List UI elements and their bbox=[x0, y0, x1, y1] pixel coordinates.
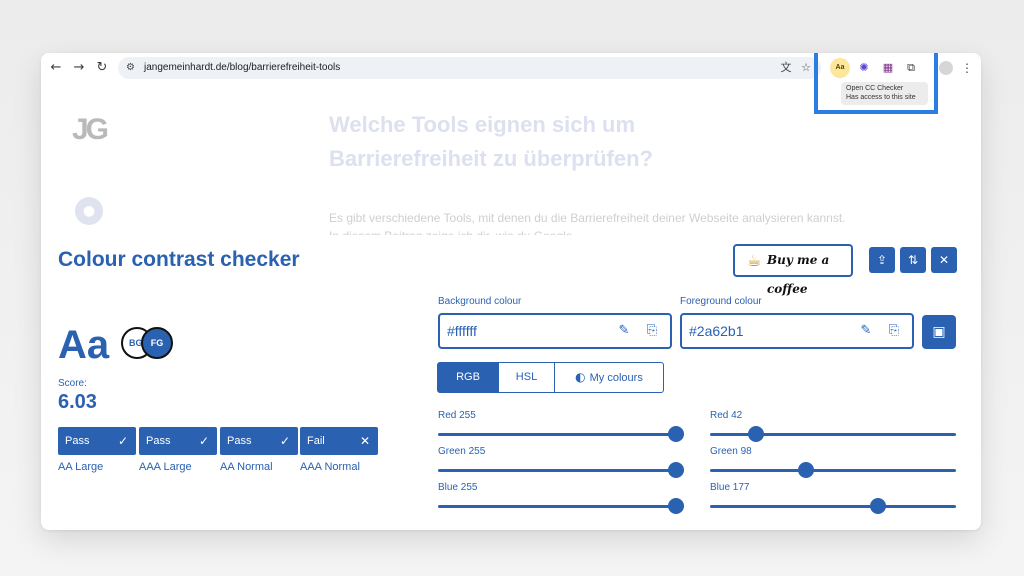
foreground-colour-value: #2a62b1 bbox=[689, 323, 744, 339]
slider-track bbox=[438, 433, 684, 436]
browser-toolbar: ← → ↻ ⚙ jangemeinhardt.de/blog/barrieref… bbox=[41, 53, 981, 114]
contrast-preview-text: Aa bbox=[58, 323, 110, 367]
slider-thumb[interactable] bbox=[747, 426, 764, 442]
tab-my-colours-label: My colours bbox=[589, 372, 643, 384]
slider-track bbox=[438, 469, 684, 472]
slider-track bbox=[710, 469, 956, 472]
bg-red-label: Red 255 bbox=[438, 410, 476, 421]
result-label: AA Normal bbox=[220, 461, 273, 473]
background-colour-input[interactable]: #ffffff ✎ ⎘ bbox=[438, 313, 672, 349]
slider-thumb[interactable] bbox=[668, 498, 684, 514]
result-badge-aaa-normal: Fail ✕ bbox=[300, 427, 378, 455]
coffee-cup-icon: ☕ bbox=[747, 251, 762, 270]
fg-red-label: Red 42 bbox=[710, 410, 743, 421]
close-button[interactable]: ✕ bbox=[931, 247, 957, 273]
highlight-box bbox=[814, 53, 938, 114]
eyedropper-icon[interactable]: ✎ bbox=[616, 322, 632, 340]
result-label: AA Large bbox=[58, 461, 104, 473]
address-bar[interactable]: ⚙ jangemeinhardt.de/blog/barrierefreihei… bbox=[118, 57, 821, 79]
panel-title: Colour contrast checker bbox=[58, 248, 300, 271]
result-badge-aaa-large: Pass ✓ bbox=[139, 427, 217, 455]
foreground-colour-label: Foreground colour bbox=[680, 296, 762, 307]
bg-red-slider[interactable] bbox=[438, 426, 684, 442]
slider-thumb[interactable] bbox=[798, 462, 815, 478]
tab-my-colours[interactable]: ◐ My colours bbox=[554, 363, 663, 392]
result-status: Pass bbox=[65, 435, 90, 447]
share-icon: ⇪ bbox=[876, 253, 888, 267]
slider-track bbox=[710, 433, 956, 436]
save-icon: ▣ bbox=[932, 324, 946, 340]
fg-green-label: Green 98 bbox=[710, 446, 752, 457]
swap-icon: ⇅ bbox=[907, 253, 919, 267]
coffee-button-label: Buy me a coffee bbox=[767, 253, 830, 296]
result-badge-aa-large: Pass ✓ bbox=[58, 427, 136, 455]
fg-blue-label: Blue 177 bbox=[710, 482, 750, 493]
site-logo[interactable]: JG bbox=[72, 113, 109, 147]
article-heading: Welche Tools eignen sich um Barrierefrei… bbox=[329, 112, 653, 171]
slider-thumb[interactable] bbox=[668, 426, 684, 442]
buy-me-a-coffee-button[interactable]: ☕ Buy me a coffee bbox=[733, 244, 853, 296]
check-icon: ✓ bbox=[279, 434, 290, 448]
more-menu-icon[interactable]: ⋮ bbox=[961, 59, 973, 77]
foreground-swatch: FG bbox=[141, 327, 173, 359]
back-icon[interactable]: ← bbox=[47, 59, 65, 77]
author-avatar: ● bbox=[75, 197, 103, 225]
result-status: Pass bbox=[227, 435, 252, 447]
slider-track bbox=[438, 505, 684, 508]
reload-icon[interactable]: ↻ bbox=[93, 59, 111, 77]
colour-mode-tabs: RGB HSL ◐ My colours bbox=[437, 362, 664, 393]
palette-icon: ◐ bbox=[575, 370, 586, 384]
fg-blue-slider[interactable] bbox=[710, 498, 956, 514]
result-label: AAA Large bbox=[139, 461, 192, 473]
result-status: Pass bbox=[146, 435, 171, 447]
bg-green-slider[interactable] bbox=[438, 462, 684, 478]
background-colour-value: #ffffff bbox=[447, 323, 477, 339]
close-icon: ✕ bbox=[938, 253, 950, 267]
score-label: Score: bbox=[58, 378, 87, 389]
paste-icon[interactable]: ⎘ bbox=[886, 322, 902, 340]
tab-hsl[interactable]: HSL bbox=[498, 363, 554, 392]
slider-track bbox=[710, 505, 956, 508]
slider-thumb[interactable] bbox=[869, 498, 886, 514]
bookmark-star-icon[interactable]: ☆ bbox=[799, 60, 813, 76]
url-text: jangemeinhardt.de/blog/barrierefreiheit-… bbox=[144, 62, 341, 73]
result-label: AAA Normal bbox=[300, 461, 360, 473]
fg-red-slider[interactable] bbox=[710, 426, 956, 442]
share-button[interactable]: ⇪ bbox=[869, 247, 895, 273]
tab-rgb[interactable]: RGB bbox=[438, 363, 498, 392]
translate-icon[interactable]: 文 bbox=[779, 60, 793, 76]
browser-window: ← → ↻ ⚙ jangemeinhardt.de/blog/barrieref… bbox=[41, 53, 981, 530]
score-value: 6.03 bbox=[58, 391, 97, 413]
fg-green-slider[interactable] bbox=[710, 462, 956, 478]
eyedropper-icon[interactable]: ✎ bbox=[858, 322, 874, 340]
slider-thumb[interactable] bbox=[668, 462, 684, 478]
save-colours-button[interactable]: ▣ bbox=[922, 315, 956, 349]
swap-colours-button[interactable]: ⇅ bbox=[900, 247, 926, 273]
result-status: Fail bbox=[307, 435, 325, 447]
contrast-checker-panel: Colour contrast checker ☕ Buy me a coffe… bbox=[41, 235, 981, 530]
bg-green-label: Green 255 bbox=[438, 446, 486, 457]
user-icon: ● bbox=[82, 203, 96, 219]
bg-blue-slider[interactable] bbox=[438, 498, 684, 514]
bg-blue-label: Blue 255 bbox=[438, 482, 478, 493]
paste-icon[interactable]: ⎘ bbox=[644, 322, 660, 340]
site-settings-icon[interactable]: ⚙ bbox=[126, 61, 138, 75]
result-badge-aa-normal: Pass ✓ bbox=[220, 427, 298, 455]
profile-avatar[interactable] bbox=[939, 61, 953, 75]
check-icon: ✓ bbox=[198, 434, 209, 448]
background-colour-label: Background colour bbox=[438, 296, 522, 307]
foreground-colour-input[interactable]: #2a62b1 ✎ ⎘ bbox=[680, 313, 914, 349]
cross-icon: ✕ bbox=[359, 434, 370, 448]
article-paragraph: Es gibt verschiedene Tools, mit denen du… bbox=[329, 211, 846, 237]
forward-icon[interactable]: → bbox=[70, 59, 88, 77]
check-icon: ✓ bbox=[117, 434, 128, 448]
